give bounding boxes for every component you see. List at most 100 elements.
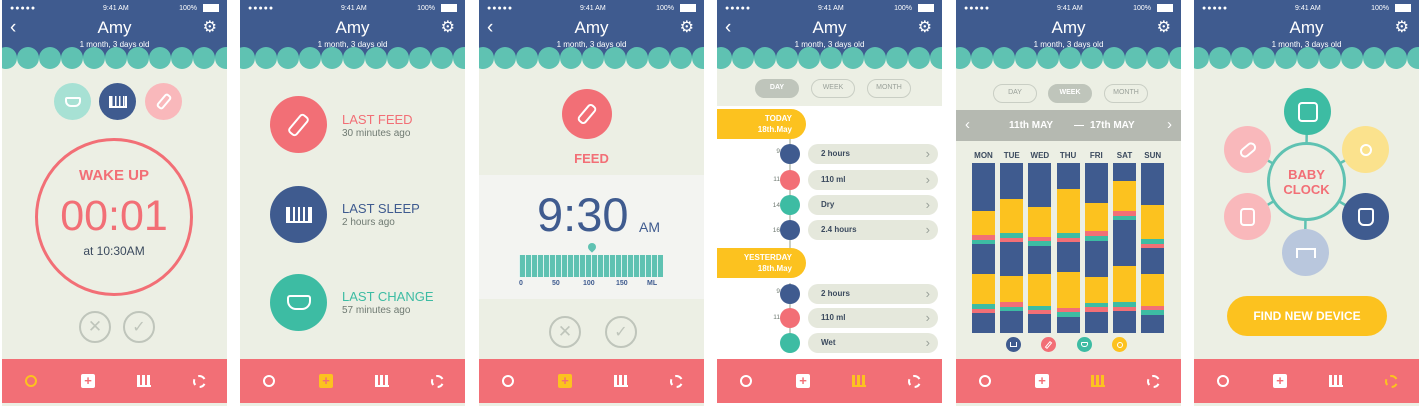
status-time: 9:41 AM — [1057, 5, 1083, 12]
confirm-button[interactable]: ✓ — [605, 316, 637, 348]
battery-icon — [918, 4, 934, 12]
last-sleep-icon-circle[interactable] — [270, 186, 327, 243]
tab-timer[interactable] — [21, 371, 41, 391]
legend-feed — [1041, 337, 1056, 352]
tab-cycle[interactable] — [904, 371, 924, 391]
crib-tab[interactable] — [99, 83, 136, 120]
device-diaper[interactable] — [1284, 88, 1331, 135]
tab-day[interactable]: DAY — [993, 84, 1037, 103]
cancel-button[interactable]: ✕ — [79, 311, 111, 343]
cycle-icon — [1384, 374, 1398, 388]
day-bar[interactable] — [1056, 163, 1080, 333]
gear-icon[interactable]: ⚙ — [918, 20, 932, 36]
device-backpack[interactable] — [1224, 193, 1271, 240]
tab-add[interactable]: + — [78, 371, 98, 391]
log-entry[interactable]: 2 hours — [808, 144, 938, 164]
tab-stats[interactable] — [372, 371, 392, 391]
last-change-icon-circle[interactable] — [270, 274, 327, 331]
bar-segment — [1056, 272, 1080, 308]
log-entry[interactable]: 2 hours — [808, 284, 938, 304]
tab-cycle[interactable] — [1381, 371, 1401, 391]
tab-month[interactable]: MONTH — [867, 79, 911, 98]
day-label-tue: TUE — [1003, 151, 1020, 160]
tab-stats[interactable] — [1326, 371, 1346, 391]
tab-cycle[interactable] — [1143, 371, 1163, 391]
cycle-icon — [192, 374, 206, 388]
signal-dots: ●●●●● — [248, 5, 275, 12]
baby-clock-hub[interactable]: BABY CLOCK — [1267, 142, 1346, 221]
check-icon: ✓ — [132, 319, 146, 336]
log-entry[interactable]: Dry — [808, 195, 938, 215]
tab-timer[interactable] — [259, 371, 279, 391]
last-sleep-label: LAST SLEEP — [342, 201, 420, 216]
day-bar[interactable] — [972, 163, 995, 333]
device-onesie[interactable] — [1342, 193, 1389, 240]
log-entry[interactable]: 110 ml — [808, 308, 938, 328]
tab-add[interactable]: + — [793, 371, 813, 391]
bottle-icon — [1044, 340, 1053, 349]
day-label-sun: SUN — [1144, 151, 1162, 160]
cycle-icon — [1146, 374, 1160, 388]
tab-week[interactable]: WEEK — [811, 79, 855, 98]
next-week-button[interactable]: › — [1167, 116, 1172, 133]
tab-stats[interactable] — [134, 371, 154, 391]
scallop-border — [2, 47, 227, 69]
ruler-tick-150: 150 — [616, 280, 628, 287]
tab-stats[interactable] — [611, 371, 631, 391]
find-new-device-button[interactable]: FIND NEW DEVICE — [1227, 296, 1387, 336]
status-battery: 100% — [1133, 5, 1151, 12]
ml-ruler-slider[interactable] — [519, 255, 663, 277]
tab-cycle[interactable] — [427, 371, 447, 391]
day-bar[interactable] — [1084, 163, 1108, 333]
tab-day[interactable]: DAY — [755, 79, 799, 98]
day-bar[interactable] — [1113, 163, 1136, 333]
device-rattle[interactable] — [1342, 126, 1389, 173]
last-sleep-ago: 2 hours ago — [342, 217, 395, 228]
tab-cycle[interactable] — [666, 371, 686, 391]
log-entry[interactable]: 2.4 hours — [808, 220, 938, 240]
profile-name: Amy — [335, 18, 370, 37]
status-battery: 100% — [894, 5, 912, 12]
bar-segment — [1028, 246, 1052, 274]
diaper-icon — [64, 96, 81, 107]
tab-week[interactable]: WEEK — [1048, 84, 1092, 103]
tab-timer[interactable] — [498, 371, 518, 391]
status-battery: 100% — [179, 5, 197, 12]
gear-icon[interactable]: ⚙ — [680, 20, 694, 36]
day-bar[interactable] — [1000, 163, 1024, 333]
signal-dots: ●●●●● — [725, 5, 752, 12]
tab-cycle[interactable] — [189, 371, 209, 391]
bar-segment — [1113, 311, 1136, 333]
tab-month[interactable]: MONTH — [1104, 84, 1148, 103]
tab-add[interactable]: + — [316, 371, 336, 391]
cycle-icon — [430, 374, 444, 388]
tab-stats[interactable] — [849, 371, 869, 391]
tab-timer[interactable] — [1213, 371, 1233, 391]
tab-add[interactable]: + — [555, 371, 575, 391]
cancel-button[interactable]: ✕ — [549, 316, 581, 348]
log-entry[interactable]: Wet — [808, 333, 938, 353]
day-bar[interactable] — [1141, 163, 1165, 333]
tab-add[interactable]: + — [1032, 371, 1052, 391]
signal-dots: ●●●●● — [964, 5, 991, 12]
diaper-tab[interactable] — [54, 83, 91, 120]
tab-timer[interactable] — [975, 371, 995, 391]
last-change-label: LAST CHANGE — [342, 289, 434, 304]
bottle-tab[interactable] — [145, 83, 182, 120]
device-mobile[interactable] — [1282, 229, 1329, 276]
gear-icon[interactable]: ⚙ — [441, 20, 455, 36]
profile-name: Amy — [812, 18, 847, 37]
tab-timer[interactable] — [736, 371, 756, 391]
prev-week-button[interactable]: ‹ — [965, 116, 970, 133]
tab-stats[interactable] — [1088, 371, 1108, 391]
confirm-button[interactable]: ✓ — [123, 311, 155, 343]
bar-segment — [1000, 242, 1024, 276]
tab-add[interactable]: + — [1270, 371, 1290, 391]
day-bar[interactable] — [1028, 163, 1052, 333]
gear-icon[interactable]: ⚙ — [203, 20, 217, 36]
gear-icon[interactable]: ⚙ — [1157, 20, 1171, 36]
device-pacifier[interactable] — [1224, 126, 1271, 173]
screen-hub: ●●●●● 9:41 AM 100% Amy 1 month, 3 days o… — [1194, 0, 1419, 406]
log-entry[interactable]: 110 ml — [808, 170, 938, 190]
last-feed-icon-circle[interactable] — [270, 96, 327, 153]
